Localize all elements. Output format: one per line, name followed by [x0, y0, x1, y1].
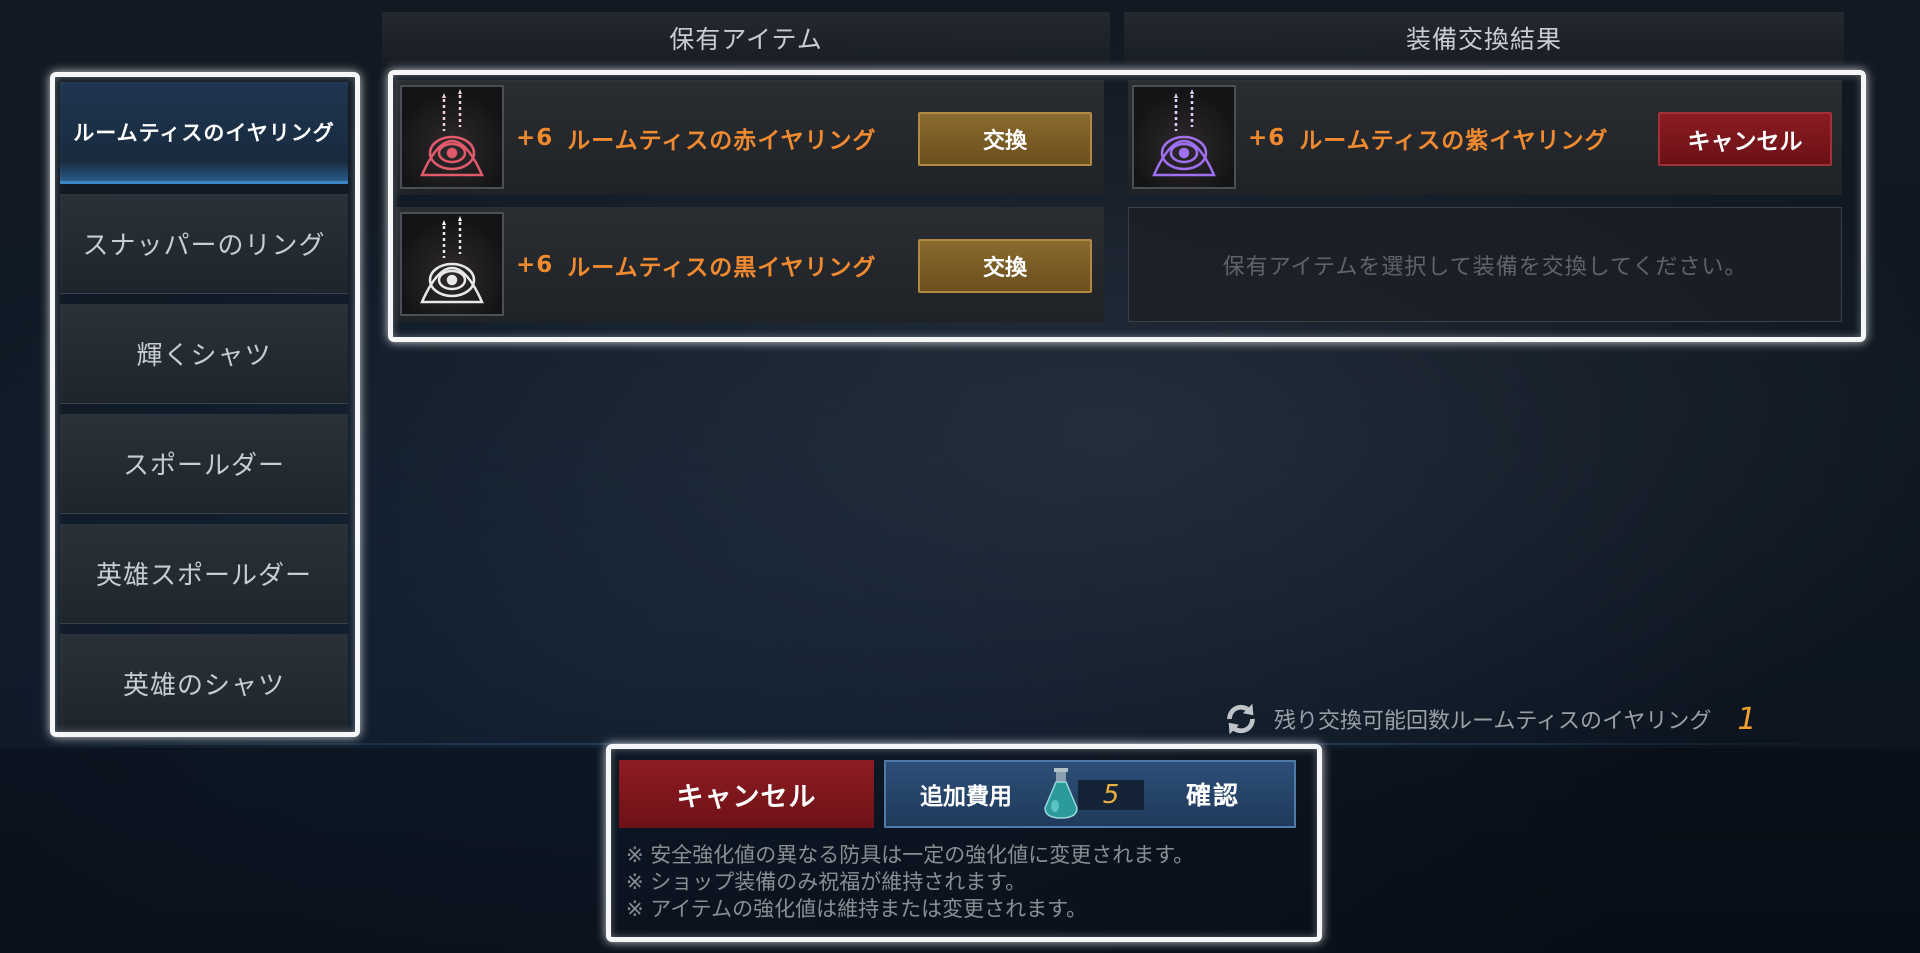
confirm-button[interactable]: 追加費用 5 確認 [884, 760, 1296, 828]
remaining-label: 残り交換可能回数ルームティスのイヤリング [1274, 709, 1712, 734]
remaining-exchanges: 残り交換可能回数ルームティスのイヤリング 1 [1222, 698, 1756, 740]
notice-list: ※ 安全強化値の異なる防具は一定の強化値に変更されます。 ※ ショップ装備のみ祝… [626, 842, 1316, 923]
potion-icon [1044, 768, 1078, 819]
exchange-result-header: 装備交換結果 [1124, 12, 1844, 64]
notice-line: ※ ショップ装備のみ祝福が維持されます。 [626, 870, 1027, 894]
fee-value: 5 [1078, 780, 1144, 810]
refresh-icon [1227, 703, 1255, 735]
sidebar-highlight-frame [50, 72, 360, 737]
confirm-label: 確認 [1186, 781, 1241, 810]
remaining-count: 1 [1737, 701, 1757, 737]
cancel-button[interactable]: キャンセル [619, 760, 874, 828]
notice-line: ※ 安全強化値の異なる防具は一定の強化値に変更されます。 [626, 843, 1195, 867]
additional-fee-label: 追加費用 [920, 784, 1012, 810]
owned-items-header: 保有アイテム [382, 12, 1110, 64]
notice-line: ※ アイテムの強化値は維持または変更されます。 [626, 897, 1088, 921]
items-highlight-frame [388, 70, 1866, 342]
